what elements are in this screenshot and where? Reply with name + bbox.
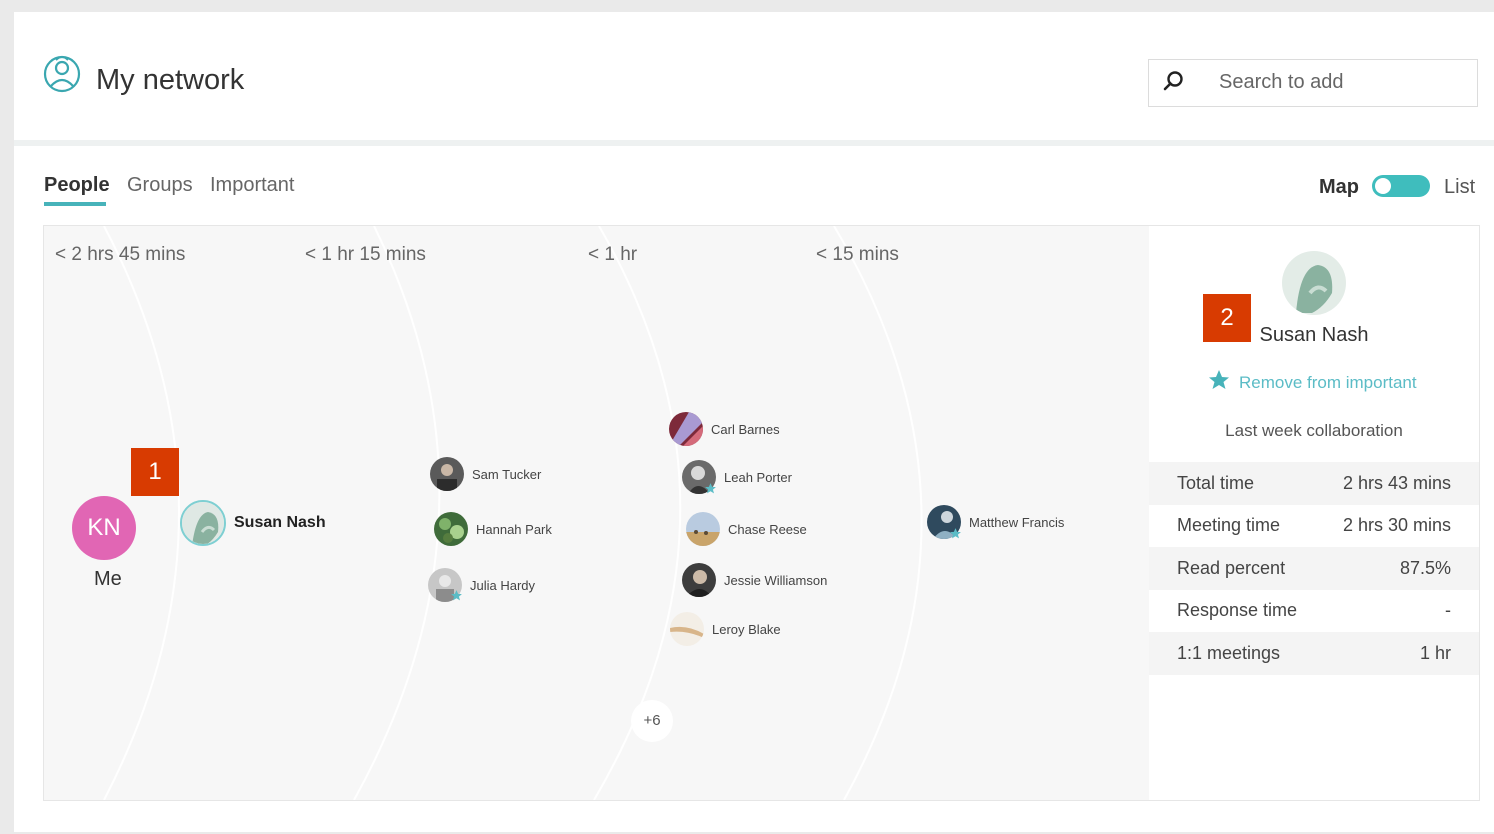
avatar: [1282, 251, 1346, 315]
important-star-icon: [949, 527, 962, 540]
stat-row: Read percent 87.5%: [1149, 547, 1479, 590]
list-view-label[interactable]: List: [1444, 176, 1475, 199]
person-name: Hannah Park: [476, 521, 552, 537]
band-label: < 1 hr: [588, 244, 638, 265]
person-name: Julia Hardy: [470, 577, 536, 593]
person-name: Matthew Francis: [969, 514, 1065, 530]
band-label: < 1 hr 15 mins: [305, 244, 426, 265]
person-node-leah-porter[interactable]: Leah Porter: [682, 460, 792, 494]
stat-value: 2 hrs 30 mins: [1342, 515, 1451, 536]
band-label: < 2 hrs 45 mins: [55, 244, 186, 265]
person-node-matthew-francis[interactable]: Matthew Francis: [927, 505, 1064, 539]
person-node-chase-reese[interactable]: Chase Reese: [686, 512, 807, 546]
person-name: Leroy Blake: [712, 621, 781, 637]
person-node-carl-barnes[interactable]: Carl Barnes: [669, 412, 780, 446]
stat-label: Meeting time: [1177, 515, 1281, 536]
avatar: [669, 412, 703, 446]
me-label: Me: [94, 568, 122, 590]
avatar: [670, 612, 704, 646]
stat-label: Read percent: [1177, 557, 1286, 578]
map-view-label[interactable]: Map: [1319, 176, 1359, 199]
collaboration-title: Last week collaboration: [1225, 421, 1403, 440]
stat-value: 1 hr: [1419, 642, 1451, 663]
person-name: Jessie Williamson: [724, 572, 828, 588]
collaboration-stats: Total time 2 hrs 43 mins Meeting time 2 …: [1149, 462, 1479, 675]
stat-row: Meeting time 2 hrs 30 mins: [1149, 505, 1479, 548]
tab-important[interactable]: Important: [210, 174, 294, 197]
page-title: My network: [96, 64, 245, 96]
header-divider: [14, 140, 1494, 146]
avatar: [434, 512, 468, 546]
avatar: [686, 512, 720, 546]
more-people-button[interactable]: +6: [631, 700, 673, 742]
important-star-icon: [450, 589, 463, 602]
view-toggle: Map List: [1314, 172, 1484, 202]
stat-value: 87.5%: [1399, 557, 1451, 578]
stat-label: 1:1 meetings: [1177, 642, 1281, 663]
stat-value: 2 hrs 43 mins: [1342, 472, 1451, 493]
focus-person-node[interactable]: Susan Nash: [180, 500, 326, 546]
stat-row: 1:1 meetings 1 hr: [1149, 632, 1479, 675]
tab-groups[interactable]: Groups: [127, 174, 193, 197]
important-star-icon: [704, 482, 717, 495]
stat-label: Total time: [1177, 472, 1255, 493]
person-node-julia-hardy[interactable]: Julia Hardy: [428, 568, 535, 602]
network-map: < 2 hrs 45 mins < 1 hr 15 mins < 1 hr < …: [43, 225, 1150, 801]
person-detail-panel: Susan Nash Remove from important Last we…: [1149, 225, 1480, 801]
person-node-sam-tucker[interactable]: Sam Tucker: [430, 457, 541, 491]
map-list-toggle[interactable]: [1372, 175, 1430, 197]
search-icon: [1161, 69, 1187, 95]
selected-person-name: Susan Nash: [1259, 324, 1369, 346]
person-node-leroy-blake[interactable]: Leroy Blake: [670, 612, 781, 646]
person-node-hannah-park[interactable]: Hannah Park: [434, 512, 552, 546]
star-icon: [1207, 368, 1231, 397]
my-network-card: My network People Groups Important Map L…: [14, 12, 1494, 832]
remove-important-label: Remove from important: [1239, 372, 1417, 392]
person-name: Chase Reese: [728, 521, 807, 537]
stat-row: Response time -: [1149, 590, 1479, 633]
band-label: < 15 mins: [816, 244, 899, 265]
person-name: Sam Tucker: [472, 466, 542, 482]
avatar: [430, 457, 464, 491]
person-node-jessie-williamson[interactable]: Jessie Williamson: [682, 563, 827, 597]
callout-marker: 2: [1203, 294, 1251, 342]
stat-row: Total time 2 hrs 43 mins: [1149, 462, 1479, 505]
search-input[interactable]: [1219, 71, 1459, 94]
search-box[interactable]: [1148, 59, 1478, 107]
avatar: [180, 500, 226, 546]
avatar: [682, 563, 716, 597]
network-person-icon: [40, 50, 84, 98]
tab-people[interactable]: People: [44, 174, 110, 197]
remove-from-important-button[interactable]: Remove from important: [1207, 368, 1417, 397]
person-name: Carl Barnes: [711, 421, 780, 437]
header: My network: [14, 12, 1494, 140]
person-name: Leah Porter: [724, 469, 792, 485]
me-avatar[interactable]: KN: [72, 496, 136, 560]
person-name: Susan Nash: [234, 514, 326, 531]
stat-label: Response time: [1177, 600, 1298, 621]
callout-marker: 1: [131, 448, 179, 496]
stat-value: -: [1445, 600, 1451, 621]
toggle-knob: [1375, 178, 1391, 194]
active-tab-indicator: [44, 202, 106, 206]
